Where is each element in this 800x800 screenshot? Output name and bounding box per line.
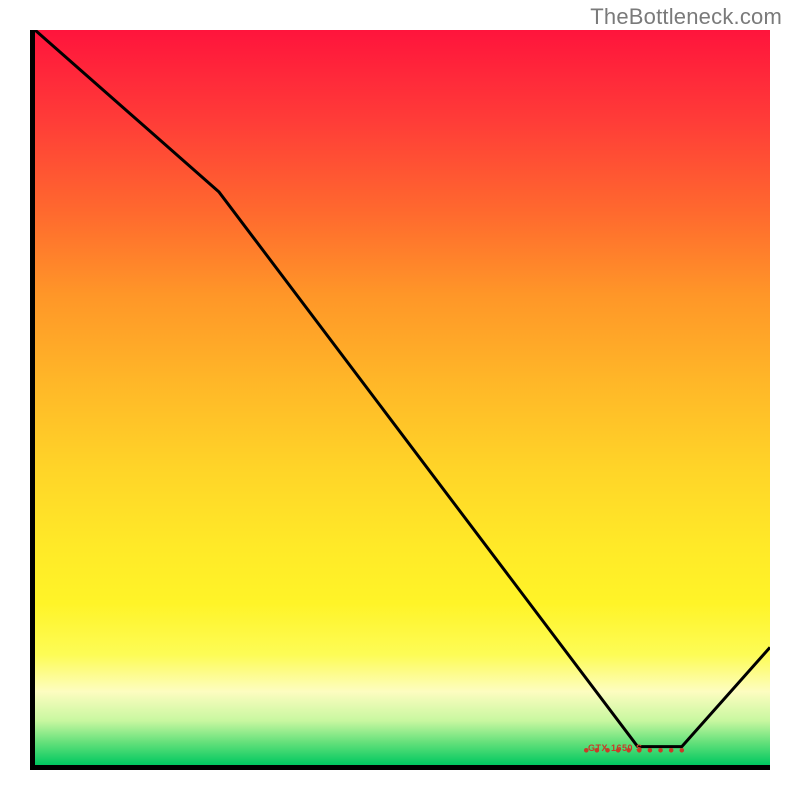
attribution-text: TheBottleneck.com: [590, 4, 782, 30]
chart-line-layer: [35, 30, 770, 765]
chart-container: TheBottleneck.com GTX 1650 S: [0, 0, 800, 800]
target-marker-label: GTX 1650 S: [588, 743, 643, 753]
data-curve: [35, 30, 770, 747]
chart-frame: GTX 1650 S: [30, 30, 770, 770]
